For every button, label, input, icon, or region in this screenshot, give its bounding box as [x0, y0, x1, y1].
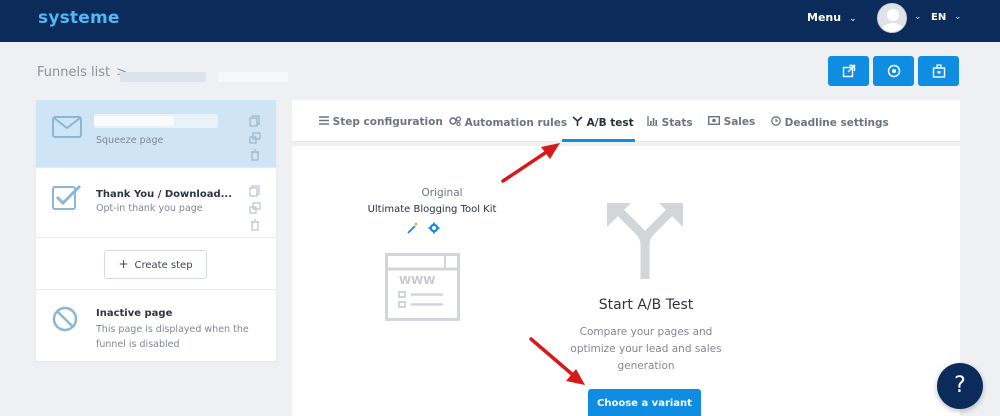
ab-test-title: Start A/B Test	[598, 297, 694, 313]
menu-dropdown[interactable]: Menu ⌄	[807, 11, 857, 24]
target-icon	[887, 64, 900, 78]
breadcrumb: Funnels list>	[37, 65, 127, 80]
step-title: Thank You / Download...	[96, 189, 232, 200]
step-tools	[249, 182, 263, 233]
duplicate-icon[interactable]	[249, 129, 263, 144]
gear-icon[interactable]	[428, 222, 440, 234]
redacted-step-title-2	[94, 116, 174, 126]
avatar-body-shape	[882, 23, 904, 32]
create-step-button[interactable]: + Create step	[104, 250, 207, 279]
copy-icon[interactable]	[249, 112, 263, 127]
copy-icon[interactable]	[249, 182, 263, 197]
clock-icon	[771, 116, 781, 126]
split-icon	[572, 116, 583, 126]
user-avatar[interactable]	[877, 3, 907, 33]
tab-ab-test[interactable]: A/B test	[572, 116, 634, 129]
www-label: WWW	[399, 274, 435, 287]
ab-split-icon	[605, 201, 685, 283]
help-button[interactable]: ?	[937, 363, 983, 409]
tab-label: Stats	[661, 117, 693, 129]
avatar-head-shape	[887, 9, 899, 21]
step-squeeze-page[interactable]: Squeeze page	[36, 100, 276, 168]
step-tools	[249, 112, 263, 163]
disabled-icon	[52, 306, 78, 336]
duplicate-icon[interactable]	[249, 199, 263, 214]
magic-wand-icon[interactable]	[407, 222, 419, 234]
list-icon	[319, 116, 329, 125]
chevron-down-icon[interactable]: ⌄	[954, 12, 962, 22]
step-subtitle: Opt-in thank you page	[96, 203, 203, 214]
step-thank-you[interactable]: Thank You / Download... Opt-in thank you…	[36, 168, 276, 238]
original-actions	[407, 219, 440, 238]
external-link-icon	[842, 64, 855, 78]
chevron-down-icon[interactable]: ⌄	[914, 12, 922, 22]
redacted-funnel-name-2	[218, 72, 288, 82]
tab-automation-rules[interactable]: Automation rules	[449, 116, 567, 129]
inactive-page-item[interactable]: Inactive page This page is displayed whe…	[36, 290, 276, 360]
step-detail-panel: Step configuration Automation rules A/B …	[292, 100, 960, 416]
create-step-label: Create step	[134, 260, 193, 271]
archive-icon	[932, 64, 945, 78]
tab-deadline-settings[interactable]: Deadline settings	[771, 116, 889, 129]
step-subtitle: Squeeze page	[96, 135, 164, 146]
chevron-down-icon: ⌄	[849, 14, 857, 24]
trash-icon[interactable]	[249, 146, 263, 161]
tab-label: Step configuration	[332, 116, 443, 128]
webpage-icon: WWW	[385, 253, 460, 325]
step-tabs: Step configuration Automation rules A/B …	[292, 100, 960, 142]
redacted-funnel-name	[120, 72, 206, 82]
original-page-name: Ultimate Blogging Tool Kit	[367, 204, 497, 215]
create-step-row: + Create step	[36, 238, 276, 290]
systeme-logo[interactable]: systeme	[38, 8, 120, 28]
original-label: Original	[421, 187, 463, 199]
plus-icon: +	[118, 257, 129, 271]
tab-label: Deadline settings	[784, 117, 889, 129]
trash-icon[interactable]	[249, 216, 263, 231]
menu-label: Menu	[807, 11, 842, 24]
tab-stats[interactable]: Stats	[647, 116, 693, 129]
tab-label: A/B test	[586, 117, 634, 129]
tab-step-configuration[interactable]: Step configuration	[319, 116, 443, 128]
inactive-page-description: This page is displayed when the funnel i…	[96, 324, 249, 350]
inactive-page-title: Inactive page	[96, 308, 173, 319]
top-navbar: systeme Menu ⌄ ⌄ EN ⌄	[0, 0, 1000, 42]
money-icon	[707, 115, 721, 125]
gears-icon	[449, 116, 462, 127]
open-external-button[interactable]	[828, 56, 869, 86]
settings-button[interactable]	[873, 56, 914, 86]
tab-label: Sales	[723, 116, 756, 128]
choose-variant-button[interactable]: Choose a variant	[588, 389, 701, 416]
ab-test-description: Compare your pages and optimize your lea…	[570, 326, 722, 372]
tab-sales[interactable]: Sales	[707, 115, 756, 128]
checkbox-icon	[52, 184, 82, 214]
bar-chart-icon	[647, 116, 658, 127]
breadcrumb-funnels-list[interactable]: Funnels list	[37, 65, 110, 80]
funnel-steps-panel: Squeeze page Thank You / Download... Opt…	[36, 100, 276, 361]
language-selector[interactable]: EN	[931, 12, 946, 23]
tab-label: Automation rules	[464, 117, 568, 129]
tab-separator-band	[292, 142, 960, 146]
mail-icon	[52, 116, 82, 142]
archive-button[interactable]	[918, 56, 959, 86]
